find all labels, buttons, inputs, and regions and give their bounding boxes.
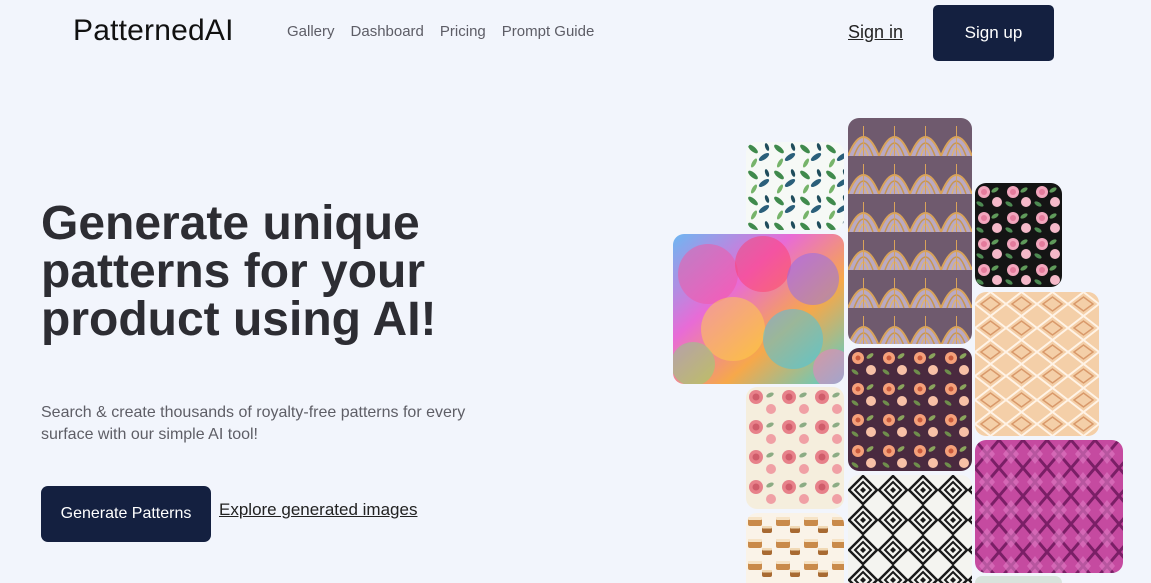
hero-headline: Generate unique patterns for your produc… (41, 197, 437, 346)
main-nav: Gallery Dashboard Pricing Prompt Guide (287, 23, 594, 40)
pink-rose-on-black-pattern-tile[interactable] (975, 183, 1062, 287)
nav-gallery-link[interactable]: Gallery (287, 23, 335, 40)
hero-subtext: Search & create thousands of royalty-fre… (41, 404, 466, 443)
partial-pattern-tile (975, 576, 1062, 583)
sign-up-button[interactable]: Sign up (933, 5, 1054, 61)
peach-geometric-pattern-tile[interactable] (975, 292, 1099, 436)
black-white-diamond-pattern-tile[interactable] (848, 475, 972, 583)
purple-floral-pattern-tile[interactable] (848, 348, 972, 471)
cream-rose-floral-pattern-tile[interactable] (746, 387, 844, 509)
nav-prompt-guide-link[interactable]: Prompt Guide (502, 23, 595, 40)
green-leaf-pattern-tile[interactable] (746, 142, 844, 230)
magenta-diamond-lattice-pattern-tile[interactable] (975, 440, 1123, 573)
explore-images-link[interactable]: Explore generated images (219, 500, 417, 520)
nav-dashboard-link[interactable]: Dashboard (351, 23, 424, 40)
nav-pricing-link[interactable]: Pricing (440, 23, 486, 40)
generate-patterns-button[interactable]: Generate Patterns (41, 486, 211, 542)
art-deco-fan-pattern-tile[interactable] (848, 118, 972, 344)
sign-in-link[interactable]: Sign in (848, 22, 903, 43)
rainbow-bokeh-circles-pattern-tile[interactable] (673, 234, 844, 384)
logo[interactable]: PatternedAI (73, 14, 234, 48)
pastry-pattern-tile[interactable] (746, 513, 844, 583)
